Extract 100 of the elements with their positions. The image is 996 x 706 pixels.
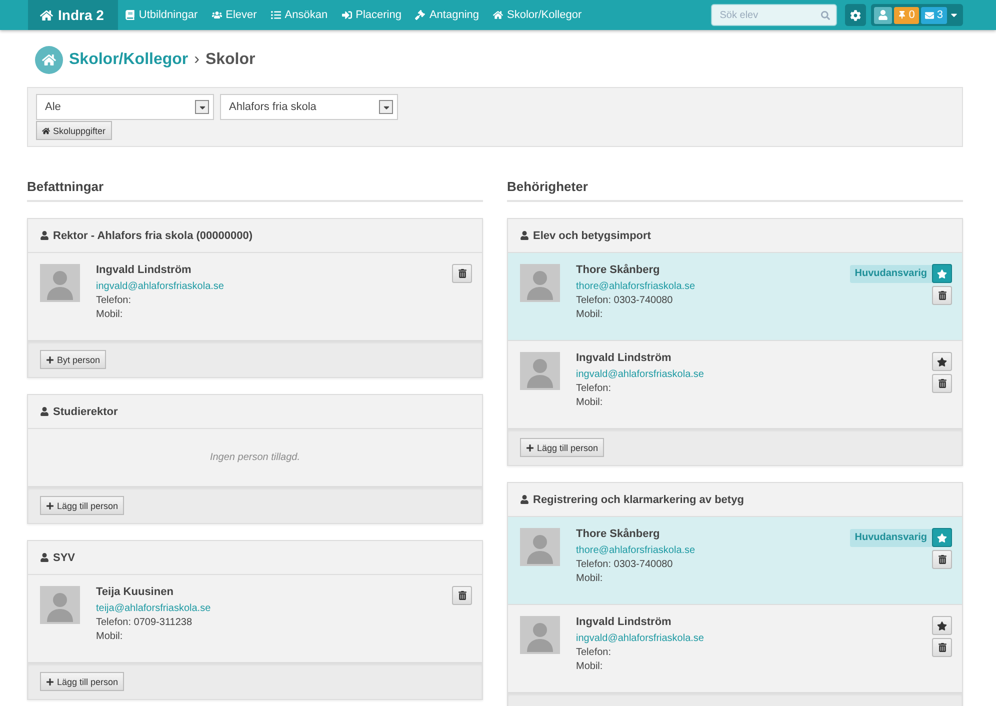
list-icon <box>270 10 281 20</box>
phone-text: Telefon: <box>96 295 132 306</box>
trash-icon <box>938 555 946 564</box>
person-name: Teija Kuusinen <box>96 586 174 598</box>
add-person-button[interactable]: Lägg till person <box>40 496 124 515</box>
pin-count-badge: 0 <box>894 6 919 24</box>
page-title: Skolor <box>205 51 256 69</box>
nav-link[interactable]: Utbildningar <box>118 0 205 30</box>
brand-link[interactable]: Indra 2 <box>28 0 118 30</box>
avatar-icon <box>40 264 80 302</box>
email-link[interactable]: ingvald@ahlaforsfriaskola.se <box>576 369 916 380</box>
home-icon <box>42 126 50 134</box>
sign-in-icon <box>342 10 352 20</box>
main-responsible-label: Huvudansvarig <box>850 264 932 282</box>
email-link[interactable]: ingvald@ahlaforsfriaskola.se <box>576 633 916 644</box>
phone-text: Telefon: 0303-740080 <box>576 295 674 306</box>
star-button[interactable] <box>932 616 952 635</box>
star-button[interactable] <box>932 264 952 283</box>
caret-icon <box>195 100 209 114</box>
mobile-text: Mobil: <box>576 397 604 408</box>
plus-icon <box>46 356 54 364</box>
mobile-text: Mobil: <box>576 661 604 672</box>
users-icon <box>212 10 222 20</box>
breadcrumb-separator: › <box>194 51 200 69</box>
mobile-text: Mobil: <box>576 309 604 320</box>
add-person-button[interactable]: Lägg till person <box>520 438 604 457</box>
delete-button[interactable] <box>932 638 952 657</box>
avatar-icon <box>520 352 560 390</box>
nav-link[interactable]: Elever <box>204 0 264 30</box>
home-icon <box>493 10 504 20</box>
panel-title: Elev och betygsimport <box>533 230 651 242</box>
person-name: Thore Skånberg <box>576 264 661 276</box>
user-icon <box>40 407 49 416</box>
avatar-icon <box>520 616 560 654</box>
avatar-icon <box>520 528 560 566</box>
gavel-icon <box>415 10 426 20</box>
section-heading: Behörigheter <box>507 179 963 202</box>
user-icon <box>520 231 529 240</box>
delete-button[interactable] <box>932 286 952 305</box>
book-icon <box>124 10 135 20</box>
search-icon <box>820 10 830 20</box>
mobile-text: Mobil: <box>576 573 604 584</box>
home-icon <box>40 8 53 22</box>
person-name: Thore Skånberg <box>576 528 661 540</box>
star-button[interactable] <box>932 528 952 547</box>
email-link[interactable]: thore@ahlaforsfriaskola.se <box>576 281 834 292</box>
trash-icon <box>938 291 946 300</box>
panel-title: Studierektor <box>53 406 118 418</box>
person-name: Ingvald Lindström <box>96 264 192 276</box>
person-name: Ingvald Lindström <box>576 616 672 628</box>
email-link[interactable]: ingvald@ahlaforsfriaskola.se <box>96 281 436 292</box>
plus-icon <box>526 444 534 452</box>
star-icon <box>937 268 947 278</box>
avatar-icon <box>520 264 560 302</box>
main-responsible-label: Huvudansvarig <box>850 528 932 546</box>
star-icon <box>937 532 947 542</box>
mobile-text: Mobil: <box>96 309 124 320</box>
dropdown-select[interactable]: Ahlafors fria skola <box>220 94 398 120</box>
trash-icon <box>938 643 946 652</box>
home-icon <box>35 46 63 74</box>
nav-link[interactable]: Antagning <box>408 0 486 30</box>
trash-icon <box>458 591 466 600</box>
delete-button[interactable] <box>452 586 472 605</box>
person-name: Ingvald Lindström <box>576 352 672 364</box>
user-menu[interactable]: 0 3 <box>870 4 963 26</box>
breadcrumb-link[interactable]: Skolor/Kollegor <box>69 51 188 69</box>
avatar-icon <box>40 586 80 624</box>
search-field[interactable]: Sök elev <box>710 4 837 26</box>
dropdown-select[interactable]: Ale <box>36 94 214 120</box>
phone-text: Telefon: <box>576 383 612 394</box>
email-link[interactable]: teija@ahlaforsfriaskola.se <box>96 603 436 614</box>
email-link[interactable]: thore@ahlaforsfriaskola.se <box>576 545 834 556</box>
phone-text: Telefon: <box>576 647 612 658</box>
star-icon <box>937 356 947 366</box>
caret-icon <box>379 100 393 114</box>
user-icon <box>878 10 888 20</box>
panel-title: Rektor - Ahlafors fria skola (00000000) <box>53 230 253 242</box>
mobile-text: Mobil: <box>96 631 124 642</box>
mail-count-badge: 3 <box>920 6 947 24</box>
delete-button[interactable] <box>932 550 952 569</box>
panel-title: Registrering och klarmarkering av betyg <box>533 494 744 506</box>
search-input[interactable]: Sök elev <box>718 8 821 22</box>
school-info-button[interactable]: Skoluppgifter <box>36 121 112 140</box>
nav-link[interactable]: Ansökan <box>264 0 335 30</box>
nav-link[interactable]: Placering <box>334 0 408 30</box>
add-person-button[interactable]: Byt person <box>40 350 106 369</box>
star-button[interactable] <box>932 352 952 371</box>
user-icon <box>520 495 529 504</box>
nav-link[interactable]: Skolor/Kollegor <box>486 0 589 30</box>
add-person-button[interactable]: Lägg till person <box>40 672 124 691</box>
user-icon <box>40 553 49 562</box>
panel-title: SYV <box>53 552 76 564</box>
user-icon <box>40 231 49 240</box>
phone-text: Telefon: 0303-740080 <box>576 559 674 570</box>
settings-icon <box>850 10 861 20</box>
delete-button[interactable] <box>452 264 472 283</box>
delete-button[interactable] <box>932 374 952 393</box>
plus-icon <box>46 678 54 686</box>
section-heading: Befattningar <box>27 179 483 202</box>
settings-button[interactable] <box>844 4 866 26</box>
